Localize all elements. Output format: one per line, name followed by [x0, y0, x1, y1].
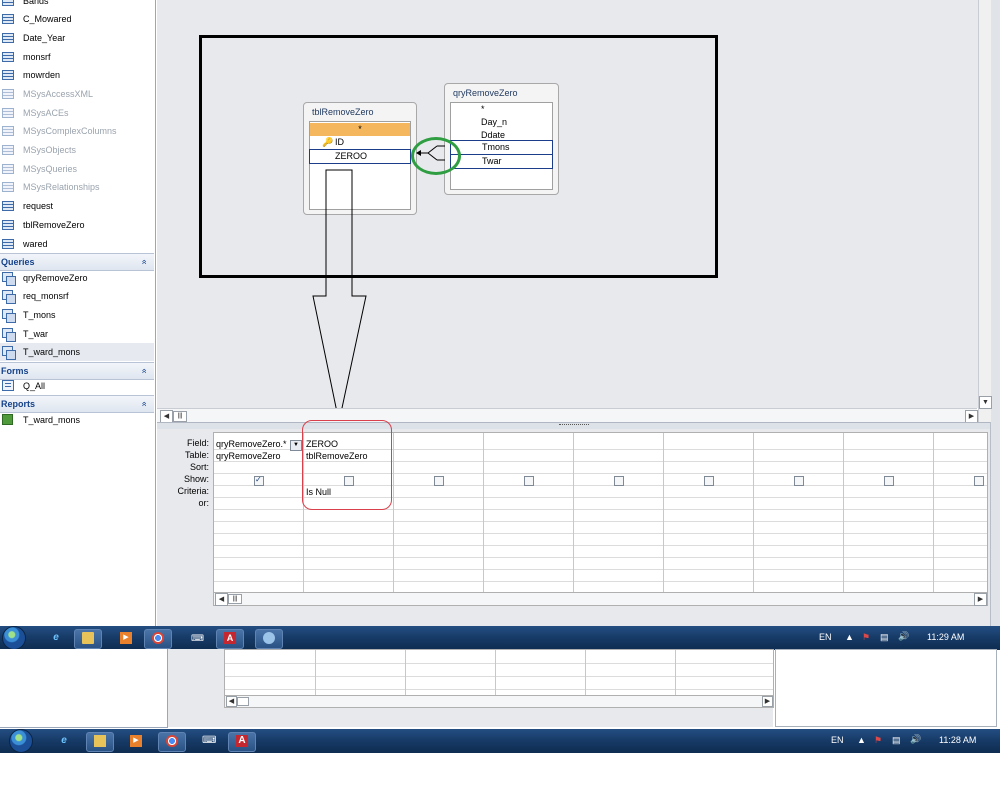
network-app-icon [263, 632, 275, 644]
grid-column-3[interactable] [394, 433, 484, 593]
grid-column-8[interactable] [844, 433, 934, 593]
volume-icon[interactable]: 🔊 [910, 734, 921, 745]
keyboard-button[interactable]: ⌨ [183, 629, 211, 649]
grid-row-line [225, 689, 773, 690]
show-checkbox[interactable] [794, 476, 804, 486]
keyboard-icon: ⌨ [191, 633, 204, 643]
show-checkbox[interactable] [254, 475, 264, 486]
internet-explorer-icon: e [53, 632, 59, 643]
row-label-or: or: [198, 498, 209, 508]
language-indicator[interactable]: EN [819, 632, 832, 642]
dropdown-arrow-icon[interactable]: ▼ [290, 440, 302, 451]
keyboard-icon: ⌨ [202, 735, 217, 746]
folder-icon [82, 632, 94, 644]
access-button[interactable]: A [216, 629, 244, 649]
windows-taskbar: e ▶ ⌨ A EN ▲ ⚑ ▤ 🔊 11:29 AM [0, 626, 1000, 650]
grid-column-4[interactable] [484, 433, 574, 593]
internet-explorer-button[interactable]: e [50, 732, 78, 752]
explorer-button[interactable] [74, 629, 102, 649]
clock[interactable]: 11:28 AM [939, 735, 976, 745]
grid-column-line [315, 650, 316, 696]
grid-horizontal-scrollbar[interactable]: ◀ ||| ▶ [213, 592, 988, 606]
action-center-icon[interactable]: ⚑ [874, 735, 882, 746]
keyboard-button[interactable]: ⌨ [194, 732, 222, 752]
language-indicator[interactable]: EN [831, 735, 844, 745]
grid-column-9[interactable] [934, 433, 987, 593]
grid-column-line [585, 650, 586, 696]
scroll-right-icon[interactable]: ▶ [974, 593, 987, 606]
show-hidden-icons-icon[interactable]: ▲ [845, 632, 854, 642]
clock[interactable]: 11:29 AM [927, 632, 964, 642]
windows-taskbar-2: e ▶ ⌨ A EN ▲ ⚑ ▤ 🔊 11:28 AM [0, 729, 1000, 753]
scroll-right-icon[interactable]: ▶ [762, 696, 773, 707]
media-player-icon: ▶ [120, 632, 132, 644]
show-checkbox[interactable] [614, 476, 624, 486]
network-icon[interactable]: ▤ [880, 632, 889, 643]
row-label-table: Table: [184, 450, 209, 460]
scroll-thumb[interactable]: ||| [173, 411, 187, 422]
grid-field-cell[interactable]: qryRemoveZero.* [216, 438, 287, 450]
grid-table-cell[interactable]: qryRemoveZero [216, 450, 281, 462]
grid-column-6[interactable] [664, 433, 754, 593]
scroll-left-icon[interactable]: ◀ [226, 696, 237, 707]
lower-grid-scrollbar[interactable]: ◀ ▶ [224, 695, 774, 708]
lower-query-grid [224, 649, 774, 697]
grid-column-line [495, 650, 496, 696]
show-checkbox[interactable] [434, 476, 444, 486]
media-player-button[interactable]: ▶ [112, 629, 140, 649]
windows-start-orb-icon[interactable] [2, 626, 26, 650]
lower-navigation-pane [0, 649, 168, 728]
volume-icon[interactable]: 🔊 [898, 631, 909, 642]
explorer-button[interactable] [86, 732, 114, 752]
splitter-grip [559, 424, 589, 427]
access-icon: A [224, 632, 236, 644]
grid-column-line [405, 650, 406, 696]
chrome-button[interactable] [158, 732, 186, 752]
access-button[interactable]: A [228, 732, 256, 752]
show-hidden-icons-icon[interactable]: ▲ [857, 735, 866, 745]
show-checkbox[interactable] [704, 476, 714, 486]
grid-column-line [675, 650, 676, 696]
chrome-icon [152, 632, 164, 644]
network-icon[interactable]: ▤ [892, 735, 901, 746]
row-label-show: Show: [183, 474, 209, 484]
grid-column-7[interactable] [754, 433, 844, 593]
chrome-icon [166, 735, 178, 747]
windows-start-orb-icon[interactable] [9, 729, 33, 753]
access-icon: A [236, 735, 248, 747]
grid-column-5[interactable] [574, 433, 664, 593]
show-checkbox[interactable] [884, 476, 894, 486]
row-label-field: Field: [186, 438, 209, 448]
grid-row-line [225, 663, 773, 664]
scroll-left-icon[interactable]: ◀ [215, 593, 228, 606]
grid-row-line [225, 676, 773, 677]
folder-icon [94, 735, 106, 747]
action-center-icon[interactable]: ⚑ [862, 632, 870, 643]
scroll-thumb[interactable]: ||| [228, 594, 242, 604]
lower-right-panel [775, 649, 997, 727]
row-label-sort: Sort: [189, 462, 209, 472]
internet-explorer-icon: e [61, 735, 67, 746]
scroll-thumb[interactable] [237, 697, 249, 706]
chrome-button[interactable] [144, 629, 172, 649]
media-player-icon: ▶ [130, 735, 142, 747]
annotation-red-box [302, 420, 392, 510]
media-player-button[interactable]: ▶ [122, 732, 150, 752]
network-app-button[interactable] [255, 629, 283, 649]
show-checkbox[interactable] [974, 476, 984, 486]
row-label-criteria: Criteria: [177, 486, 209, 496]
internet-explorer-button[interactable]: e [42, 629, 70, 649]
show-checkbox[interactable] [524, 476, 534, 486]
